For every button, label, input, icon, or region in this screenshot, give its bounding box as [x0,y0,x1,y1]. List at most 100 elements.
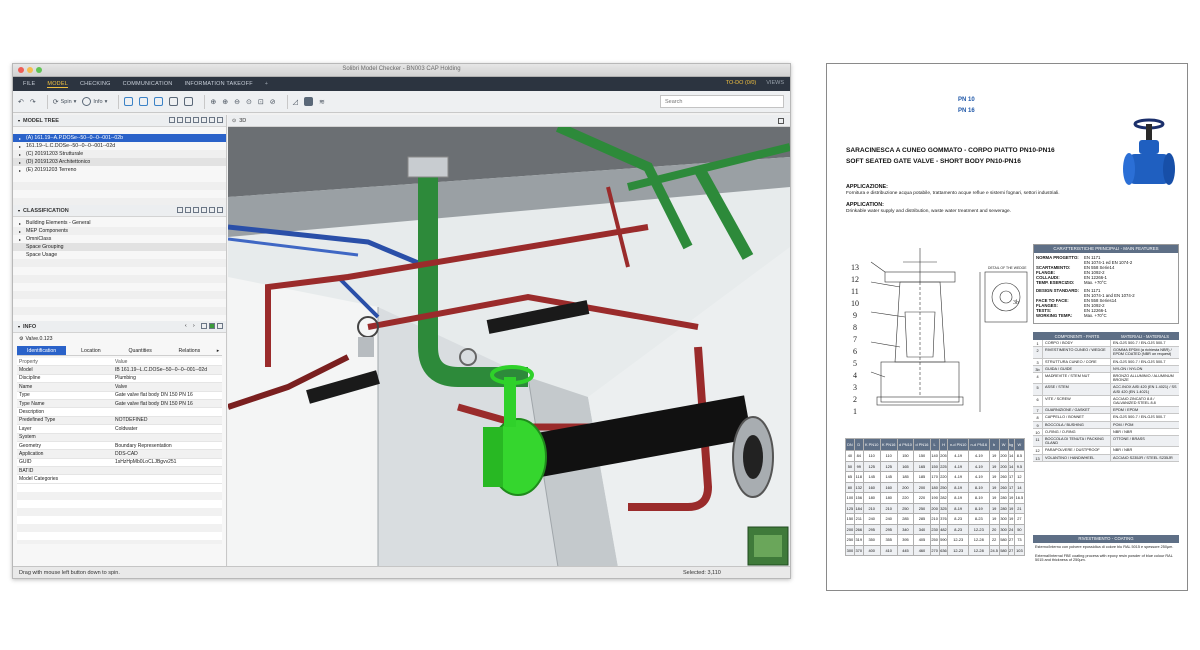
next-icon[interactable]: › [193,323,199,329]
drawing-callout: 3b [1013,300,1019,306]
model-tree-header: ▾ MODEL TREE [13,115,226,127]
tree-tool-icon[interactable] [177,117,183,123]
table-cell: 8-19 [947,502,969,514]
maximize-panel-icon[interactable] [217,207,223,213]
table-row[interactable]: Layer Coldwater [17,425,222,434]
viewport-3d[interactable]: ⊙ 3D [228,115,790,567]
undo-icon[interactable]: ↶ [18,98,24,106]
class-tool-icon[interactable] [177,207,183,213]
expand-caret-icon[interactable]: ▸ [19,160,24,165]
class-row-space-grouping[interactable]: Space Grouping [13,243,226,251]
tree-row-model-d[interactable]: ▸ (D) 20191203 Architettonico [13,158,226,166]
class-row-omniclass[interactable]: ▸ OmniClass [13,235,226,243]
redo-icon[interactable]: ↷ [30,98,36,106]
menu-file[interactable]: FILE [23,81,35,87]
expand-caret-icon[interactable]: ▸ [19,136,24,141]
tree-row-model-c[interactable]: ▸ (C) 20191203 Strutturale [13,150,226,158]
tree-tool-icon[interactable] [201,117,207,123]
tree-row-model-a[interactable]: ▸ (A) 161.19--A.P.DOSe--50--0--0--001--02… [13,134,226,142]
expand-caret-icon[interactable]: ▸ [19,152,24,157]
info-object: ⚙ Valve.0.123 [13,335,226,343]
menu-communication[interactable]: COMMUNICATION [123,81,173,87]
expand-caret-icon[interactable]: ▸ [19,168,24,173]
class-tool-icon[interactable] [185,207,191,213]
layers-icon[interactable]: ≋ [319,98,325,106]
collapse-icon[interactable]: ▾ [18,208,20,213]
class-tool-icon[interactable] [209,207,215,213]
dimensions-col-header: d PN10 [896,438,915,451]
views-menu[interactable]: VIEWS [766,80,784,86]
tree-tool-icon[interactable] [209,117,215,123]
menu-checking[interactable]: CHECKING [80,81,111,87]
class-row-space-usage[interactable]: Space Usage [13,251,226,259]
table-cell: 300 [998,513,1009,525]
class-tool-icon[interactable] [201,207,207,213]
tab-relations[interactable]: Relations [165,346,214,355]
select-icon[interactable] [124,97,134,106]
table-row[interactable]: Model Categories [17,475,222,484]
zoom-out-icon[interactable]: ⊖ [234,98,240,106]
collapse-icon[interactable]: ▾ [18,324,20,329]
info-tool-icon[interactable] [209,323,215,329]
drawing-callout: 12 [851,275,859,284]
tab-quantities[interactable]: Quantities [116,346,165,355]
zoom-window-icon[interactable]: ⊡ [258,98,264,106]
expand-caret-icon[interactable]: ▸ [19,144,24,149]
tree-tool-icon[interactable] [185,117,191,123]
table-row[interactable]: Type Gate valve flat body DN 150 PN 16 [17,391,222,400]
table-row[interactable]: Application DDS-CAD [17,450,222,459]
info-mode-button[interactable]: Info ▾ [82,97,107,106]
transparency-icon[interactable] [169,97,179,106]
walk-icon[interactable] [304,97,313,106]
zoom-selected-icon[interactable]: ⊙ [246,98,252,106]
tree-tool-icon[interactable] [169,117,175,123]
section-icon[interactable]: ⊘ [270,98,276,106]
zoom-extents-icon[interactable]: ⊕ [210,98,216,106]
cube-icon[interactable] [184,97,194,106]
table-cell: 590 [938,534,949,546]
search-input[interactable] [660,95,784,108]
menu-information-takeoff[interactable]: INFORMATION TAKEOFF [184,81,252,87]
class-tool-icon[interactable] [193,207,199,213]
info-tool-icon[interactable] [201,323,207,329]
previous-icon[interactable]: ‹ [185,323,191,329]
tree-row-model-e[interactable]: ▸ (E) 20191203 Terreno [13,166,226,174]
collapse-icon[interactable]: ▾ [18,118,20,123]
table-row[interactable]: GUID 1sHzHpMb0LoCLJBgvv251 [17,458,222,468]
table-cell: 156 [853,492,864,504]
expand-caret-icon[interactable]: ▸ [19,237,24,242]
tree-row-model-b[interactable]: ▸ 161.19--L.C.DOSe--50--0--0--001--02d [13,142,226,150]
menu-model[interactable]: MODEL [47,81,68,88]
measure-icon[interactable]: ◿ [293,98,298,106]
isolate-icon[interactable] [154,97,164,106]
expand-caret-icon[interactable]: ▸ [19,221,24,226]
table-cell: 12 [1013,471,1026,483]
table-row[interactable]: Description [17,408,222,417]
tab-scroll-right-icon[interactable]: ▸ [214,346,222,355]
model-scene[interactable] [228,127,790,567]
todo-indicator[interactable]: TO-DO (0/0) [726,80,756,86]
spin-mode-button[interactable]: ⟳ Spin ▾ [53,98,77,106]
maximize-view-icon[interactable] [778,118,784,124]
table-row[interactable]: BATID [17,467,222,476]
tab-identification[interactable]: Identification [17,346,67,355]
tree-tool-icon[interactable] [193,117,199,123]
hide-icon[interactable] [139,97,149,106]
class-row-building-elements[interactable]: ▸ Building Elements - General [13,219,226,227]
table-row[interactable]: System [17,433,222,442]
maximize-panel-icon[interactable] [217,323,223,329]
table-row[interactable]: Predefined Type NOTDEFINED [17,416,222,426]
table-row[interactable]: Model IB 161.19--L.C.DOSe--50--0--0--001-… [17,366,222,375]
expand-caret-icon[interactable]: ▸ [19,229,24,234]
tab-location[interactable]: Location [66,346,115,355]
add-view-button[interactable]: + [265,81,268,87]
table-row[interactable]: Discipline Plumbing [17,374,222,384]
table-row: 80 132 160 160 200 200 180 250 8-19 8-19 19 260 17 14 [845,481,1026,493]
maximize-panel-icon[interactable] [217,117,223,123]
table-row[interactable]: Geometry Boundary Representation [17,441,222,451]
class-row-mep-components[interactable]: ▸ MEP Components [13,227,226,235]
table-row[interactable]: Name Valve [17,383,222,392]
table-row[interactable]: Type Name Gate valve flat body DN 150 PN … [17,399,222,409]
table-cell: 270 [929,544,940,556]
zoom-in-icon[interactable]: ⊕ [222,98,228,106]
